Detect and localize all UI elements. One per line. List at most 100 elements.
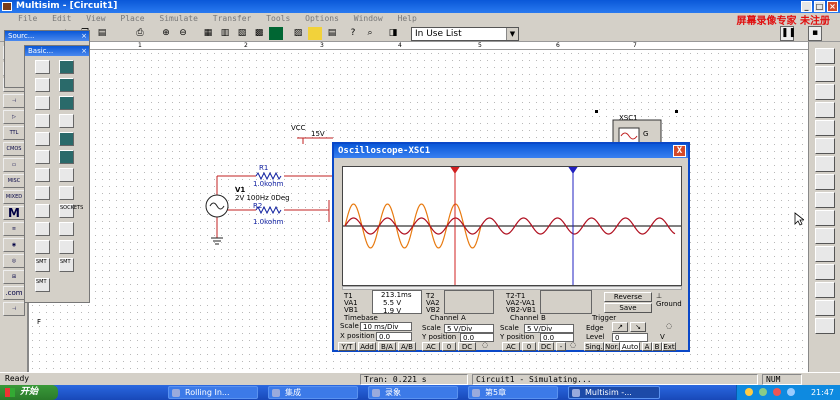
tray-icon[interactable]	[773, 388, 781, 396]
sources-bin-titlebar[interactable]: Sourc... ×	[5, 31, 89, 41]
smt-cap-part[interactable]	[35, 240, 50, 254]
channel-b-terminal-icon[interactable]: ◌	[570, 341, 576, 349]
menu-help[interactable]: Help	[398, 14, 417, 23]
cursor-1-handle[interactable]	[450, 166, 460, 174]
x-position-field[interactable]: 0.0	[376, 332, 412, 341]
add-mode-button[interactable]: Add	[358, 342, 376, 351]
close-button[interactable]: ×	[827, 1, 838, 12]
task-chapter5[interactable]: 第5章	[468, 386, 558, 399]
netlist-icon[interactable]: ▧	[234, 26, 250, 41]
trigger-source-b-button[interactable]: B	[652, 342, 662, 351]
ladder-bin-button[interactable]: ⊞	[3, 270, 25, 284]
variable-ind-virtual-part[interactable]	[59, 150, 74, 164]
multimeter-icon[interactable]	[815, 48, 835, 64]
component-wizard-icon[interactable]: ▦	[200, 26, 216, 41]
sockets-part[interactable]: SOCKETS	[59, 204, 83, 218]
menu-transfer[interactable]: Transfer	[213, 14, 252, 23]
oscilloscope-screen[interactable]	[342, 166, 682, 286]
frequency-counter-icon[interactable]	[815, 156, 835, 172]
minimize-button[interactable]: _	[801, 1, 812, 12]
channel-a-ac-button[interactable]: AC	[422, 342, 440, 351]
database-icon[interactable]: ▥	[217, 26, 233, 41]
channel-b-dc-button[interactable]: DC	[538, 342, 554, 351]
run-pause-icon[interactable]: ❚❚	[780, 26, 796, 41]
inductor-virtual-part[interactable]	[59, 96, 74, 110]
channel-b-minus-button[interactable]: -	[556, 342, 566, 351]
rising-edge-button[interactable]: ↗	[612, 322, 628, 332]
trigger-level-field[interactable]: 0	[612, 333, 648, 342]
r1-name[interactable]: R1	[259, 164, 268, 172]
nonlinear-transformer-part[interactable]	[59, 186, 74, 200]
start-button[interactable]: 开始	[0, 385, 58, 400]
rf-bin-button[interactable]: ◎	[3, 254, 25, 268]
channel-b-ac-button[interactable]: AC	[502, 342, 520, 351]
close-icon[interactable]: ×	[81, 31, 87, 41]
pot-virtual-part[interactable]	[59, 114, 74, 128]
grapher-icon[interactable]: ▩	[251, 26, 267, 41]
spectrum-analyzer-icon[interactable]	[815, 264, 835, 280]
menu-file[interactable]: File	[18, 14, 37, 23]
misc-digital-bin-button[interactable]: ▭	[3, 158, 25, 172]
falling-edge-button[interactable]: ↘	[630, 322, 646, 332]
zoom-out-icon[interactable]: ⊖	[175, 26, 191, 41]
ground-terminal-icon[interactable]: ⊥	[656, 292, 662, 300]
potentiometer-part[interactable]	[35, 114, 50, 128]
wattmeter-icon[interactable]	[815, 84, 835, 100]
four-channel-scope-icon[interactable]	[815, 120, 835, 136]
transformer-part[interactable]	[35, 186, 50, 200]
logic-converter-icon[interactable]	[815, 210, 835, 226]
relay-part[interactable]	[35, 168, 50, 182]
menu-window[interactable]: Window	[354, 14, 383, 23]
menu-options[interactable]: Options	[305, 14, 339, 23]
chevron-down-icon[interactable]: ▼	[506, 28, 518, 40]
transfer-icon[interactable]: ▨	[290, 26, 306, 41]
trigger-normal-button[interactable]: Nor.	[604, 342, 620, 351]
r2-value[interactable]: 1.0kohm	[253, 218, 283, 226]
function-generator-icon[interactable]	[815, 66, 835, 82]
trigger-single-button[interactable]: Sing.	[584, 342, 604, 351]
switch-part[interactable]	[59, 168, 74, 182]
indicator-bin-button[interactable]: ◉	[3, 238, 25, 252]
smt-part-c[interactable]: SMT	[35, 278, 50, 292]
variable-ind-part[interactable]	[35, 150, 50, 164]
trigger-source-ext-button[interactable]: Ext	[662, 342, 676, 351]
ab-mode-button[interactable]: A/B	[398, 342, 416, 351]
bode-plotter-icon[interactable]	[815, 138, 835, 154]
capacitor-virtual-part[interactable]	[59, 78, 74, 92]
smt-cap-b-part[interactable]	[59, 240, 74, 254]
maximize-button[interactable]: □	[814, 1, 825, 12]
agilent-instrument-icon[interactable]	[815, 300, 835, 316]
tektronix-scope-icon[interactable]	[815, 318, 835, 334]
task-rolling-in[interactable]: Rolling In...	[168, 386, 258, 399]
resistor-part[interactable]	[35, 60, 50, 74]
timebase-scale-field[interactable]: 10 ms/Div	[360, 322, 412, 331]
oscilloscope-titlebar[interactable]: Oscilloscope-XSC1 X	[334, 144, 688, 158]
zoom-in-icon[interactable]: ⊕	[158, 26, 174, 41]
logic-analyzer-icon[interactable]	[815, 192, 835, 208]
oscilloscope-icon[interactable]	[815, 102, 835, 118]
network-analyzer-icon[interactable]	[815, 282, 835, 298]
resistor-virtual-part[interactable]	[59, 60, 74, 74]
channel-a-dc-button[interactable]: DC	[458, 342, 476, 351]
analog-bin-button[interactable]: ▷	[3, 110, 25, 124]
reverse-button[interactable]: Reverse	[604, 292, 652, 302]
help-icon[interactable]: ?	[345, 26, 361, 41]
menu-simulate[interactable]: Simulate	[159, 14, 198, 23]
tray-icon[interactable]	[745, 388, 753, 396]
ext-trigger-terminal-icon[interactable]: ◌	[666, 322, 672, 330]
menu-place[interactable]: Place	[120, 14, 144, 23]
channel-b-zero-button[interactable]: 0	[522, 342, 536, 351]
v1-name[interactable]: V1	[235, 186, 245, 194]
postprocessor-icon[interactable]	[268, 26, 284, 41]
mixed-bin-button[interactable]: MIXED	[3, 190, 25, 204]
mcu-bin-button[interactable]: M	[3, 206, 25, 220]
place-wire-button[interactable]: ⊣	[3, 302, 25, 316]
report-icon[interactable]: ▤	[324, 26, 340, 41]
smt-part-b[interactable]: SMT	[59, 258, 74, 272]
smt-resistor-part[interactable]	[59, 222, 74, 236]
oscilloscope-close-button[interactable]: X	[673, 145, 686, 157]
in-use-list-dropdown[interactable]: In Use List ▼	[411, 27, 519, 41]
r1-value[interactable]: 1.0kohm	[253, 180, 283, 188]
tray-icon[interactable]	[787, 388, 795, 396]
connector-part[interactable]	[35, 204, 50, 218]
